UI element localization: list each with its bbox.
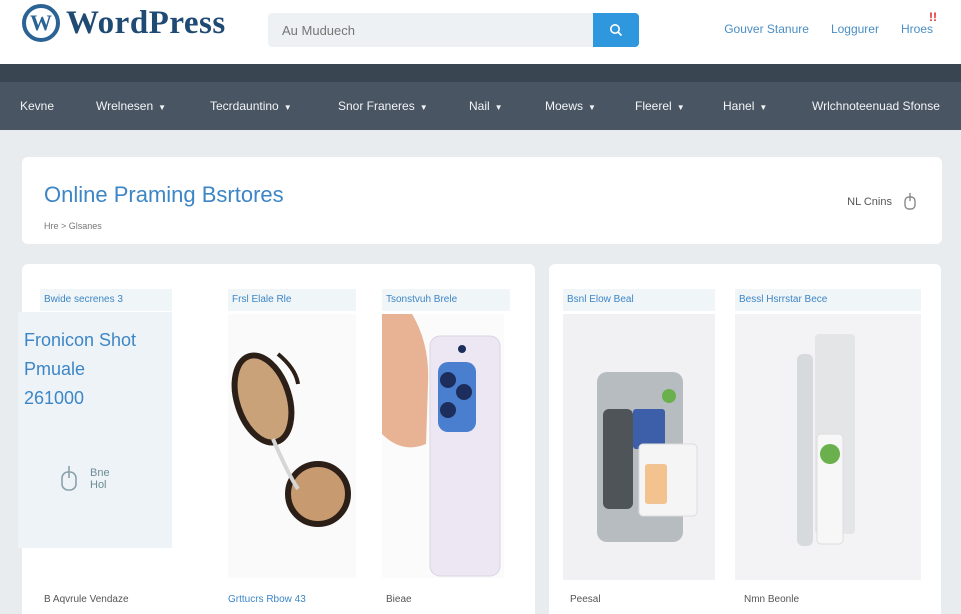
product-card-footer[interactable]: Grttucrs Rbow 43 xyxy=(228,594,306,605)
nav-label: Wrelnesen xyxy=(96,99,154,113)
caret-down-icon: ▼ xyxy=(158,103,167,112)
nav-item-7[interactable]: Fleerel ▼ xyxy=(635,82,685,130)
top-header: W WordPress Gouver Stanure Loggurer Hroe… xyxy=(0,0,961,64)
promo-icon-text-1: Bne xyxy=(90,467,110,479)
caret-down-icon: ▼ xyxy=(676,103,685,112)
wordpress-logo-icon: W xyxy=(22,4,60,42)
page-title-panel: Online Praming Bsrtores Hre > Glsanes NL… xyxy=(22,157,942,244)
caret-down-icon: ▼ xyxy=(759,103,768,112)
caret-down-icon: ▼ xyxy=(588,103,596,112)
nav-item-6[interactable]: Moews ▼ xyxy=(545,82,596,130)
product-card-footer[interactable]: Bieae xyxy=(386,594,412,605)
nav-item-5[interactable]: Nail ▼ xyxy=(469,82,503,130)
cart-badge: !! xyxy=(929,10,937,24)
bottle-image xyxy=(797,334,855,546)
panel-right-action[interactable]: NL Cnins xyxy=(847,191,918,213)
product-card-header: Frsl Elale Rle xyxy=(228,289,356,311)
hand-pointer-icon xyxy=(904,193,916,210)
promo-line-1: Fronicon Shot xyxy=(24,330,137,350)
nav-label: Fleerel xyxy=(635,99,672,113)
product-image-sunglasses[interactable] xyxy=(228,314,356,578)
nav-item-home[interactable]: Kevne xyxy=(20,82,54,130)
nav-item-9[interactable]: Wrlchnoteenuad Sfonse xyxy=(812,82,940,130)
nav-label: Moews xyxy=(545,99,584,113)
nav-item-4[interactable]: Snor Franeres ▼ xyxy=(338,82,428,130)
search-icon xyxy=(610,24,623,37)
product-card-header: Bsnl Elow Beal xyxy=(563,289,715,311)
nav-top-strip xyxy=(0,64,961,82)
page-title: Online Praming Bsrtores xyxy=(44,182,284,207)
search-input[interactable] xyxy=(268,13,593,47)
promo-line-2: Pmuale xyxy=(24,359,86,379)
nav-label: Kevne xyxy=(20,99,55,113)
cart-link[interactable]: Hroes !! xyxy=(900,10,937,36)
product-image-bottle[interactable] xyxy=(735,314,921,580)
nav-label: Nail xyxy=(469,99,490,113)
search-bar xyxy=(268,13,639,47)
nav-label: Snor Franeres xyxy=(338,99,415,113)
caret-down-icon: ▼ xyxy=(494,103,503,112)
breadcrumb[interactable]: Hre > Glsanes xyxy=(44,221,102,231)
product-image-accessories[interactable] xyxy=(563,314,715,580)
account-links: Gouver Stanure Loggurer Hroes !! xyxy=(724,10,937,36)
footer-label: Nmn Beonle xyxy=(744,594,800,605)
footer-label: Bieae xyxy=(386,594,412,605)
product-card-footer[interactable]: Nmn Beonle xyxy=(744,594,799,605)
product-image-phone[interactable] xyxy=(382,314,504,578)
cart-label: Hroes xyxy=(900,22,933,36)
panel-right-label: NL Cnins xyxy=(847,196,892,208)
promo-text: Fronicon Shot Pmuale 261000 xyxy=(24,326,136,413)
nav-label: Hanel xyxy=(723,99,755,113)
nav-item-8[interactable]: Hanel ▼ xyxy=(723,82,767,130)
top-link-store[interactable]: Gouver Stanure xyxy=(724,22,809,36)
nav-label: Tecrdauntino xyxy=(210,99,279,113)
caret-down-icon: ▼ xyxy=(283,103,292,112)
accessories-image xyxy=(597,372,698,542)
main-nav: Kevne Wrelnesen ▼ Tecrdauntino ▼ Snor Fran… xyxy=(0,82,961,130)
nav-item-3[interactable]: Tecrdauntino ▼ xyxy=(210,82,292,130)
sunglasses-image xyxy=(231,352,351,527)
logo-letter: W xyxy=(30,10,52,35)
promo-line-3: 261000 xyxy=(24,388,85,408)
hand-icon xyxy=(61,466,77,491)
promo-header: Bwide secrenes 3 xyxy=(40,289,172,311)
promo-footer[interactable]: B Aqvrule Vendaze xyxy=(44,594,129,605)
product-card-header: Tsonstvuh Brele xyxy=(382,289,510,311)
product-card-header: Bessl Hsrrstar Bece xyxy=(735,289,921,311)
nav-item-2[interactable]: Wrelnesen ▼ xyxy=(96,82,166,130)
phone-image xyxy=(382,314,501,577)
footer-label: Peesal xyxy=(570,594,601,605)
caret-down-icon: ▼ xyxy=(419,103,428,112)
promo-badge: Bne Hol xyxy=(58,464,110,494)
nav-label: Wrlchnoteenuad Sfonse xyxy=(812,99,940,113)
search-button[interactable] xyxy=(593,13,639,47)
promo-icon-text-2: Hol xyxy=(90,479,107,491)
promo-card[interactable]: Fronicon Shot Pmuale 261000 Bne Hol xyxy=(18,312,172,548)
logo-text: WordPress xyxy=(66,4,226,41)
product-card-footer[interactable]: Peesal xyxy=(570,594,601,605)
top-link-login[interactable]: Loggurer xyxy=(831,22,879,36)
site-logo[interactable]: W WordPress xyxy=(22,4,226,42)
